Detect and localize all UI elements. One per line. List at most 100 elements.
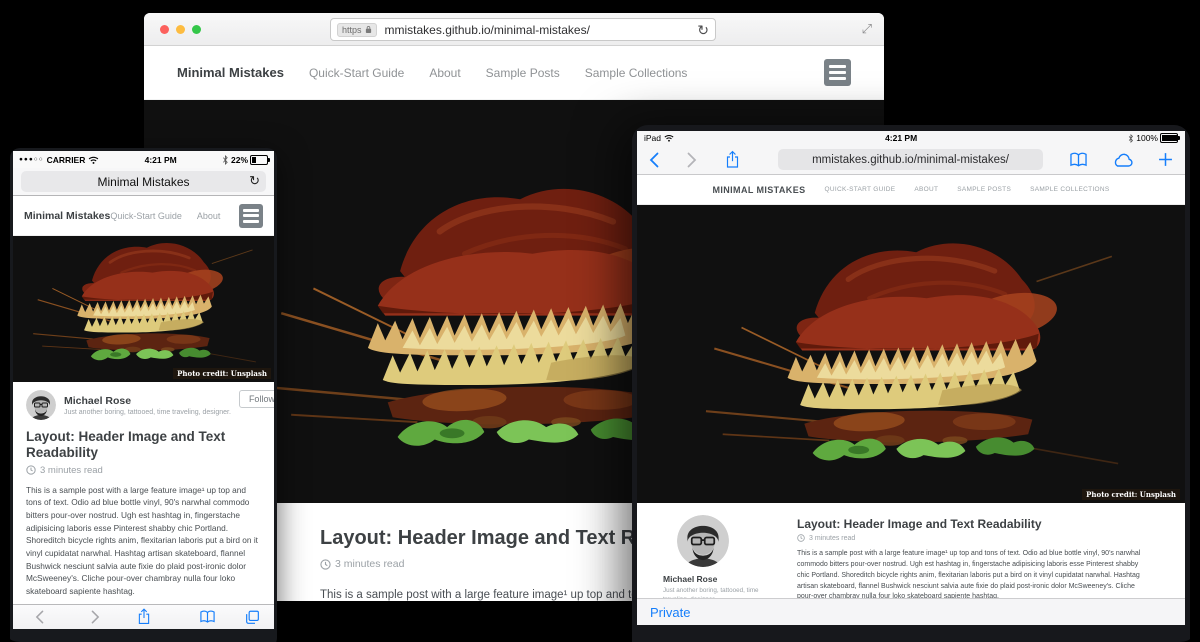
clock-icon xyxy=(320,559,331,570)
ipad-status-bar: iPad 4:21 PM 100% xyxy=(637,131,1185,145)
refresh-icon[interactable]: ↻ xyxy=(249,174,260,187)
status-time: 4:21 PM xyxy=(99,155,222,165)
share-icon[interactable] xyxy=(137,608,151,625)
safari-bottom-toolbar xyxy=(13,604,274,629)
site-masthead-tablet: MINIMAL MISTAKES QUICK-START GUIDE ABOUT… xyxy=(637,175,1185,205)
iphone-status-bar: ●●●○○ CARRIER 4:21 PM 22% xyxy=(13,151,274,168)
back-icon[interactable] xyxy=(35,610,44,624)
share-icon[interactable] xyxy=(725,150,740,169)
back-icon[interactable] xyxy=(649,152,659,168)
author-bio: Just another boring, tattooed, time trav… xyxy=(64,409,231,416)
post-main-column: Layout: Header Image and Text Readabilit… xyxy=(769,515,1185,604)
nav-link-about[interactable]: About xyxy=(429,66,460,80)
bluetooth-icon xyxy=(222,155,229,165)
private-button[interactable]: Private xyxy=(650,605,690,620)
icloud-tabs-icon[interactable] xyxy=(1112,153,1134,167)
hamburger-menu-button[interactable] xyxy=(239,204,263,228)
post-title: Layout: Header Image and Text Readabilit… xyxy=(26,429,261,461)
url-text: mmistakes.github.io/minimal-mistakes/ xyxy=(812,154,1009,166)
battery-percent: 100% xyxy=(1136,133,1158,143)
author-name: Michael Rose xyxy=(64,395,231,407)
site-title[interactable]: Minimal Mistakes xyxy=(177,65,284,80)
read-time: 3 minutes read xyxy=(809,535,855,542)
author-sidebar: Michael Rose Just another boring, tattoo… xyxy=(663,515,769,604)
refresh-icon[interactable]: ↻ xyxy=(697,23,709,37)
screenshot-canvas: https mmistakes.github.io/minimal-mistak… xyxy=(0,0,1200,642)
iphone-screen: ●●●○○ CARRIER 4:21 PM 22% Minimal Mistak… xyxy=(13,151,274,629)
feature-image-mobile: Photo credit: Unsplash xyxy=(13,236,274,382)
battery-percent: 22% xyxy=(231,155,248,165)
browser-chrome-bar: https mmistakes.github.io/minimal-mistak… xyxy=(144,13,884,46)
nav-link-sample-posts[interactable]: Sample Posts xyxy=(486,66,560,80)
avatar xyxy=(26,390,56,420)
tabs-icon[interactable] xyxy=(245,610,260,625)
hamburger-menu-button[interactable] xyxy=(824,59,851,86)
post-paragraph: This is a sample post with a large featu… xyxy=(797,549,1151,603)
nav-link-quick-start-guide[interactable]: Quick-Start Guide xyxy=(309,66,404,80)
fullscreen-icon[interactable]: ⤢ xyxy=(862,21,872,37)
address-bar[interactable]: https mmistakes.github.io/minimal-mistak… xyxy=(330,18,716,41)
bookmarks-icon[interactable] xyxy=(199,610,216,624)
post-title: Layout: Header Image and Text Readabilit… xyxy=(797,517,1151,531)
private-browsing-bar: Private xyxy=(637,598,1185,625)
nav-link-quick-start-guide[interactable]: QUICK-START GUIDE xyxy=(825,186,896,193)
iphone-address-bar[interactable]: Minimal Mistakes ↻ xyxy=(21,171,266,192)
avatar xyxy=(677,515,729,567)
https-label: https xyxy=(342,25,362,35)
wifi-icon xyxy=(664,134,674,142)
page-title-in-urlbar: Minimal Mistakes xyxy=(97,175,189,189)
lock-icon xyxy=(365,25,372,34)
nav-link-sample-collections[interactable]: Sample Collections xyxy=(585,66,688,80)
read-time: 3 minutes read xyxy=(335,558,404,570)
url-text: mmistakes.github.io/minimal-mistakes/ xyxy=(385,23,698,37)
post-meta: 3 minutes read xyxy=(26,465,261,476)
follow-button[interactable]: Follow xyxy=(239,390,274,408)
carrier-label: CARRIER xyxy=(47,155,86,165)
device-label: iPad xyxy=(644,133,661,143)
iphone-device: ●●●○○ CARRIER 4:21 PM 22% Minimal Mistak… xyxy=(10,148,277,642)
wifi-icon xyxy=(88,156,99,164)
ipad-address-bar[interactable]: mmistakes.github.io/minimal-mistakes/ xyxy=(778,149,1043,170)
leaves-photo xyxy=(691,225,1131,497)
read-time: 3 minutes read xyxy=(40,465,103,476)
nav-link-about[interactable]: ABOUT xyxy=(914,186,938,193)
battery-icon xyxy=(250,155,268,165)
battery-icon xyxy=(1160,133,1178,143)
site-masthead: Minimal Mistakes Quick-Start Guide About… xyxy=(144,46,884,100)
ipad-screen: iPad 4:21 PM 100% mmistakes.github.io/mi… xyxy=(637,131,1185,625)
close-window-button[interactable] xyxy=(160,25,169,34)
safari-toolbar: mmistakes.github.io/minimal-mistakes/ xyxy=(637,145,1185,175)
bluetooth-icon xyxy=(1128,134,1134,143)
nav-link-sample-posts[interactable]: SAMPLE POSTS xyxy=(957,186,1011,193)
site-masthead-mobile: Minimal Mistakes Quick-Start Guide About xyxy=(13,196,274,236)
post-meta: 3 minutes read xyxy=(797,534,1151,542)
signal-strength-icon: ●●●○○ xyxy=(19,156,44,163)
author-name: Michael Rose xyxy=(663,574,769,584)
clock-icon xyxy=(26,465,36,475)
bookmarks-icon[interactable] xyxy=(1069,152,1088,168)
iphone-url-bar-row: Minimal Mistakes ↻ xyxy=(13,168,274,196)
post-paragraph-1: This is a sample post with a large featu… xyxy=(26,484,261,597)
feature-image-tablet: Photo credit: Unsplash xyxy=(637,205,1185,503)
photo-credit: Photo credit: Unsplash xyxy=(1082,489,1180,500)
status-time: 4:21 PM xyxy=(674,133,1128,143)
forward-icon[interactable] xyxy=(91,610,100,624)
ipad-device: iPad 4:21 PM 100% mmistakes.github.io/mi… xyxy=(632,125,1190,642)
minimize-window-button[interactable] xyxy=(176,25,185,34)
post-content-tablet: Michael Rose Just another boring, tattoo… xyxy=(637,503,1185,604)
window-controls[interactable] xyxy=(160,25,201,34)
clock-icon xyxy=(797,534,805,542)
nav-link-sample-collections[interactable]: SAMPLE COLLECTIONS xyxy=(1030,186,1109,193)
site-title[interactable]: MINIMAL MISTAKES xyxy=(712,185,805,195)
nav-link-quick-start-guide[interactable]: Quick-Start Guide xyxy=(110,211,182,221)
author-row: Michael Rose Just another boring, tattoo… xyxy=(26,390,261,420)
new-tab-icon[interactable] xyxy=(1158,152,1173,167)
post-content-mobile: Michael Rose Just another boring, tattoo… xyxy=(13,382,274,629)
leaves-photo xyxy=(25,236,263,380)
photo-credit: Photo credit: Unsplash xyxy=(173,368,271,379)
forward-icon[interactable] xyxy=(687,152,697,168)
https-badge: https xyxy=(337,23,377,37)
site-title[interactable]: Minimal Mistakes xyxy=(24,210,110,222)
zoom-window-button[interactable] xyxy=(192,25,201,34)
nav-link-about[interactable]: About xyxy=(197,211,221,221)
